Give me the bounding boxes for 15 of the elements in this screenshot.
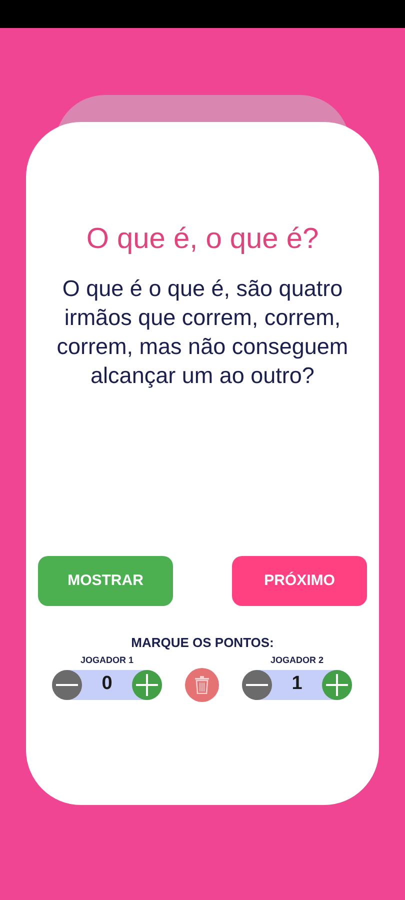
- score-heading: MARQUE OS PONTOS:: [131, 634, 274, 652]
- trash-icon: [194, 676, 210, 694]
- riddle-title: O que é, o que é?: [86, 222, 319, 257]
- player-label: JOGADOR 1: [80, 654, 134, 667]
- score-value: 0: [102, 672, 112, 696]
- next-button[interactable]: PRÓXIMO: [232, 556, 367, 606]
- minus-button[interactable]: [242, 670, 272, 700]
- show-button[interactable]: MOSTRAR: [38, 556, 173, 606]
- player-label: JOGADOR 2: [270, 654, 324, 667]
- delete-button[interactable]: [185, 668, 219, 702]
- plus-button[interactable]: [322, 670, 352, 700]
- minus-button[interactable]: [52, 670, 82, 700]
- plus-button[interactable]: [132, 670, 162, 700]
- score-value: 1: [292, 672, 302, 696]
- riddle-question: O que é o que é, são quatro irmãos que correm, correm, correm, mas não conseguem alcançar um ao outro?: [56, 275, 350, 390]
